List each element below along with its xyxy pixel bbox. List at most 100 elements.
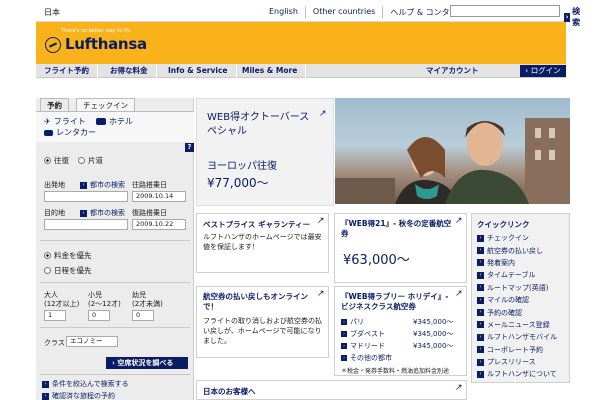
nav-info-service[interactable]: Info & Service: [160, 64, 237, 78]
search-availability-button[interactable]: › 空席状況を調べる: [106, 357, 188, 369]
mode-rental-car-label: レンタカー: [56, 128, 96, 137]
quick-link-label: メールニュース登録: [487, 320, 550, 329]
hero-photo[interactable]: [335, 98, 570, 204]
quick-link-about[interactable]: › ルフトハンザについて: [477, 368, 569, 380]
destination-other-cities-link[interactable]: › その他の都市: [341, 353, 392, 363]
divider: [40, 240, 190, 241]
arrow-right-icon: ›: [477, 346, 484, 354]
quick-link-press[interactable]: › プレスリリース: [477, 356, 569, 368]
utility-links: English Other countries ヘルプ & コンタクト: [262, 7, 473, 18]
quick-link-corporate[interactable]: › コーポレート予約: [477, 344, 569, 356]
arrow-right-icon: ›: [477, 271, 484, 279]
arrow-right-icon: ›: [477, 333, 484, 341]
budapest-price: ¥345,000〜: [413, 330, 454, 338]
refund-text: フライトの取り消しおよび航空券の払い戻しが、ホームページで可能になりました。: [203, 317, 322, 345]
web21-box[interactable]: 『WEB得21』- 秋冬の定番航空券 ↗ ¥63,000〜: [334, 213, 467, 283]
outbound-date-field[interactable]: 2009.10.14: [132, 191, 186, 202]
trip-oneway[interactable]: 片道: [78, 155, 103, 166]
best-price-box[interactable]: ベストプライス ギャランティー ↗ ルフトハンザのホームページでは最安値を保証し…: [196, 213, 329, 273]
priority-fare[interactable]: 料金を優先: [44, 250, 92, 261]
quick-link-mobile[interactable]: › ルフトハンザモバイル: [477, 331, 569, 343]
quick-link-refund[interactable]: › 航空券の払い戻し: [477, 244, 569, 256]
japan-guests-box[interactable]: 日本のお客様へ ↗: [196, 380, 467, 400]
destination-input[interactable]: [44, 219, 128, 230]
destination-city-search-link[interactable]: › 都市の検索: [80, 208, 125, 218]
car-icon: [44, 129, 53, 136]
arrow-diagonal-icon: ↗: [317, 289, 325, 299]
arrow-diagonal-icon: ↗: [455, 216, 463, 226]
arrow-right-icon: ›: [477, 296, 484, 304]
mode-hotel[interactable]: ホテル: [96, 116, 133, 127]
my-account-link[interactable]: マイアカウント: [426, 64, 479, 78]
web21-title: 『WEB得21』- 秋冬の定番航空券: [341, 219, 452, 238]
search-input[interactable]: [450, 5, 560, 17]
quick-link-route-map[interactable]: › ルートマップ(英語): [477, 282, 569, 294]
quick-link-miles[interactable]: › マイルの確認: [477, 294, 569, 306]
return-date-field[interactable]: 2009.10.22: [132, 219, 186, 230]
destination-madrid-link[interactable]: › マドリード: [341, 341, 385, 351]
adult-age-range: (12才以上): [44, 300, 80, 308]
infant-select[interactable]: 0: [132, 310, 154, 321]
quick-link-newsletter[interactable]: › メールニュース登録: [477, 319, 569, 331]
refund-title: 航空券の払い戻しもオンラインで！: [203, 292, 308, 311]
english-link[interactable]: English: [262, 7, 306, 18]
nav-miles-more[interactable]: Miles & More: [234, 64, 307, 78]
arrow-right-icon: ›: [42, 380, 49, 388]
divider: [40, 374, 190, 375]
child-select[interactable]: 0: [88, 310, 110, 321]
business-class-box[interactable]: 『WEB得ラブリー ホリデイ』- ビジネスクラス航空券 ↗ › パリ ¥345,…: [334, 286, 467, 376]
adult-select[interactable]: 1: [44, 310, 66, 321]
best-price-text: ルフトハンザのホームページでは最安値を保証します！: [203, 233, 322, 251]
login-button[interactable]: › ログイン: [520, 65, 566, 77]
brand-header: There's no better way to fly. Lufthansa: [36, 22, 566, 64]
brand-logo-text[interactable]: Lufthansa: [65, 35, 147, 53]
tab-checkin[interactable]: チェックイン: [76, 98, 135, 111]
mode-hotel-label: ホテル: [109, 117, 133, 126]
radio-checked-icon: [44, 157, 51, 164]
quick-link-label: タイムテーブル: [487, 271, 536, 280]
priority-schedule[interactable]: 日程を優先: [44, 265, 92, 276]
origin-city-search-link[interactable]: › 都市の検索: [80, 180, 125, 190]
best-price-title: ベストプライス ギャランティー: [203, 220, 311, 229]
radio-unchecked-icon: [44, 267, 51, 274]
class-select[interactable]: エコノミー: [66, 336, 118, 347]
confirmed-itinerary-link[interactable]: › 確認済な旅程の予約: [42, 391, 115, 400]
plane-icon: ✈: [44, 117, 51, 126]
quick-link-arrivals[interactable]: › 発着案内: [477, 257, 569, 269]
search-button[interactable]: › 検索: [564, 6, 583, 28]
arrow-right-icon: ›: [477, 321, 484, 329]
nav-flight-booking[interactable]: フライト予約: [36, 64, 98, 78]
quick-link-booking-check[interactable]: › 予約の確認: [477, 306, 569, 318]
quick-link-label: コーポレート予約: [487, 345, 543, 354]
nav-special-fares[interactable]: お得な料金: [102, 64, 157, 78]
origin-input[interactable]: [44, 191, 128, 202]
arrow-right-icon: ›: [341, 331, 347, 337]
trip-roundtrip[interactable]: 往復: [44, 155, 69, 166]
quick-link-checkin[interactable]: › チェックイン: [477, 232, 569, 244]
other-countries-link[interactable]: Other countries: [306, 7, 384, 18]
outbound-date-label: 往路搭乗日: [132, 181, 167, 189]
login-button-label: ログイン: [530, 66, 561, 75]
divider: [40, 282, 190, 283]
refund-box[interactable]: 航空券の払い戻しもオンラインで！ ↗ フライトの取り消しおよび航空券の払い戻しが…: [196, 286, 329, 358]
class-label: クラス: [44, 339, 65, 347]
hero-promo[interactable]: WEB得オクトーバースペシャル ↗ ヨーロッパ往復 ¥77,000〜: [196, 98, 334, 206]
destination-budapest-link[interactable]: › ブダペスト: [341, 329, 385, 339]
radio-checked-icon: [44, 252, 51, 259]
arrow-right-icon: ›: [341, 355, 347, 361]
main-nav: フライト予約 お得な料金 Info & Service Miles & More…: [36, 64, 566, 78]
trip-oneway-label: 片道: [88, 156, 103, 165]
radio-unchecked-icon: [78, 157, 85, 164]
tab-booking[interactable]: 予約: [40, 98, 69, 111]
mode-flight[interactable]: ✈ フライト: [44, 116, 86, 127]
destination-paris-label: パリ: [350, 318, 364, 326]
quick-link-label: プレスリリース: [487, 358, 536, 367]
origin-city-search-label: 都市の検索: [90, 181, 125, 189]
trip-roundtrip-label: 往復: [54, 156, 69, 165]
quick-link-timetable[interactable]: › タイムテーブル: [477, 269, 569, 281]
destination-paris-link[interactable]: › パリ: [341, 317, 364, 327]
help-icon[interactable]: ?: [185, 143, 194, 152]
crane-logo-icon[interactable]: [45, 37, 61, 53]
refine-search-link[interactable]: › 条件を絞込んで検索する: [42, 379, 129, 389]
mode-rental-car[interactable]: レンタカー: [44, 127, 96, 138]
